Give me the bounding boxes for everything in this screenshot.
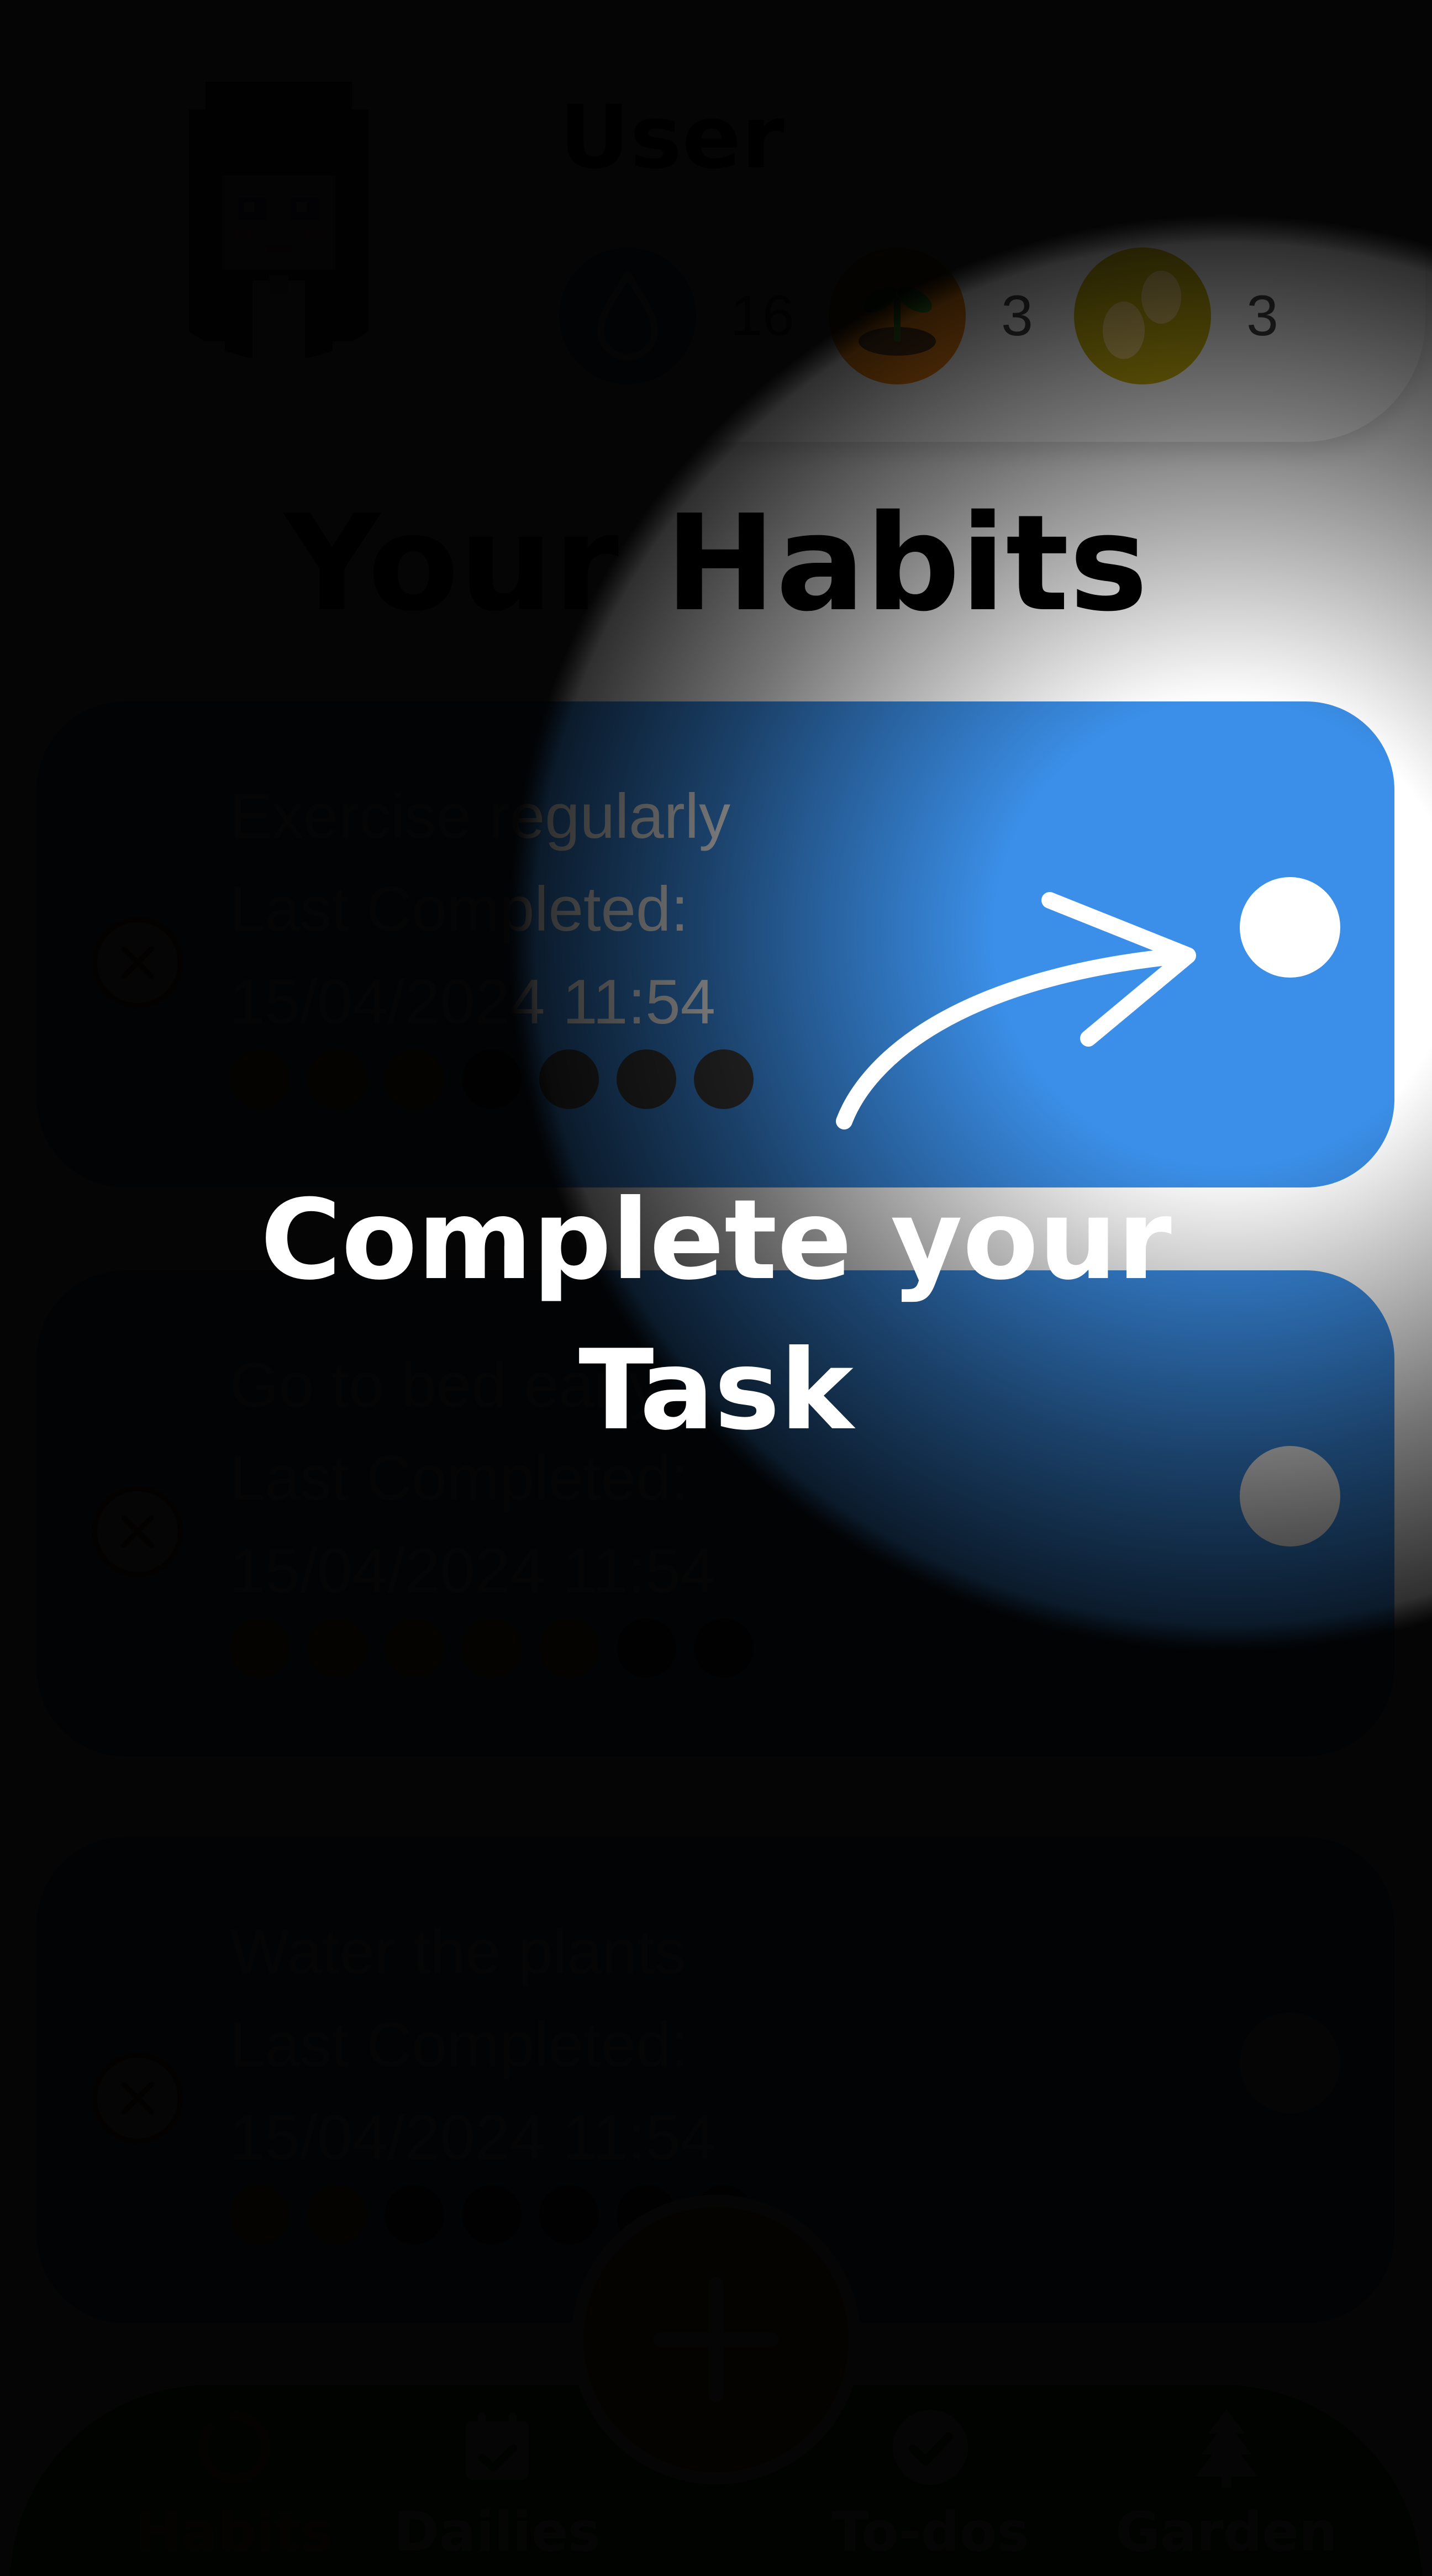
seeds-count: 3 [1246,284,1278,348]
last-completed-value: 15/04/2024 11:54 [230,2103,716,2173]
last-completed-label: Last Completed: [230,2010,689,2080]
seedling-count: 3 [1001,284,1033,348]
delete-habit-button[interactable] [92,2052,183,2144]
nav-label-habits: Habits [135,2501,333,2564]
streak-dot [462,2185,522,2245]
streak-dot [385,1049,444,1109]
nav-item-dailies[interactable]: Dailies [381,2385,613,2576]
streak-dot [462,1049,522,1109]
streak-dot [694,1049,754,1109]
nav-item-todos[interactable]: To-dos [814,2385,1046,2576]
habit-info: Water the plants Last Completed: 15/04/2… [230,1906,715,2184]
nav-item-habits[interactable]: Habits [118,2385,350,2576]
last-completed-label: Last Completed: [230,874,689,944]
calendar-check-icon [466,2413,529,2480]
nav-item-garden[interactable]: Garden [1110,2385,1342,2576]
tutorial-hint: Complete your Task [0,1165,1432,1466]
habit-name: Exercise regularly [230,782,730,852]
avatar[interactable] [128,60,429,361]
streak-dot [230,2185,289,2245]
close-icon [121,1515,154,1548]
complete-habit-toggle[interactable] [1240,2013,1340,2113]
water-count: 16 [730,284,794,348]
seedling-icon [829,247,966,384]
page-title: Your Habits [284,486,1148,641]
streak-dot [462,1618,522,1678]
streak-dot [385,2185,444,2245]
water-drop-icon [559,247,696,384]
app-screen: User 16 3 3 Your Habits Exercise regular… [0,0,1432,2576]
nav-label-todos: To-dos [831,2501,1029,2564]
user-name: User [559,87,785,188]
add-habit-button[interactable] [571,2195,861,2484]
streak-dot [617,1049,676,1109]
plus-icon [654,2277,778,2402]
checkmark-circle-icon [893,2410,968,2485]
tutorial-arrow-icon [836,892,1196,1129]
pixel-girl-avatar-icon [128,60,429,361]
streak-dot [539,1618,599,1678]
streak-dot [307,2185,367,2245]
last-completed-value: 15/04/2024 11:54 [230,967,716,1037]
delete-habit-button[interactable] [92,917,183,1009]
streak-dot [307,1049,367,1109]
tree-icon [1195,2409,1258,2488]
streak-dot [385,1618,444,1678]
streak-dot [617,1618,676,1678]
complete-habit-toggle[interactable] [1240,877,1340,978]
close-icon [121,2082,154,2115]
last-completed-value: 15/04/2024 11:54 [230,1536,716,1606]
streak-dot [230,1618,289,1678]
tutorial-line-2: Task [578,1326,854,1455]
delete-habit-button[interactable] [92,1486,183,1577]
habit-name: Water the plants [230,1917,686,1987]
streak-dot [307,1618,367,1678]
nav-label-dailies: Dailies [394,2501,601,2564]
seeds-icon [1074,247,1211,384]
tutorial-line-1: Complete your [260,1176,1172,1305]
habit-info: Exercise regularly Last Completed: 15/04… [230,770,730,1049]
close-icon [121,946,154,979]
streak-dot [230,1049,289,1109]
habits-ring-icon [198,2411,270,2483]
streak-dot [694,1618,754,1678]
streak-dot [539,1049,599,1109]
nav-label-garden: Garden [1115,2501,1338,2564]
